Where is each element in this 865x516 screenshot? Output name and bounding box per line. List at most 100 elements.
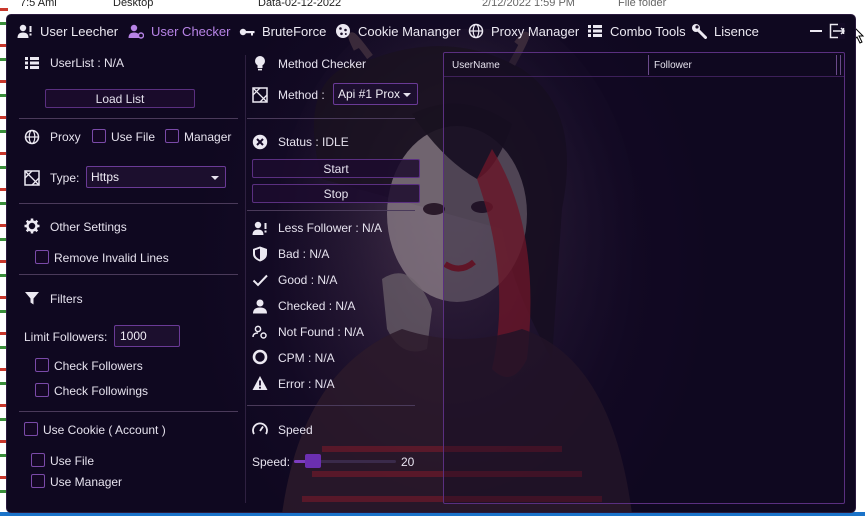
user-icon xyxy=(17,24,32,38)
check-followings-checkbox[interactable] xyxy=(35,383,49,397)
cookie-use-manager-checkbox[interactable] xyxy=(31,474,45,488)
check-followers-checkbox[interactable] xyxy=(35,358,49,372)
menu-license[interactable]: Lisence xyxy=(691,22,759,40)
divider xyxy=(19,274,238,275)
cookie-use-file-label: Use File xyxy=(50,454,95,468)
divider xyxy=(19,203,238,204)
cookie-use-manager-label: Use Manager xyxy=(50,475,123,489)
minimize-icon[interactable] xyxy=(808,23,824,39)
menu-user-leecher[interactable]: User Leecher xyxy=(17,22,118,40)
stop-button[interactable]: Stop xyxy=(252,184,420,203)
divider xyxy=(19,118,238,119)
gear-icon xyxy=(24,218,40,234)
main-menu-bar: User Leecher User Checker BruteForce Coo… xyxy=(7,15,855,47)
speed-slider-handle[interactable] xyxy=(305,454,322,468)
use-cookie-label: Use Cookie ( Account ) xyxy=(43,423,166,437)
proxy-use-file-label: Use File xyxy=(111,130,156,144)
stat-checked: Checked : N/A xyxy=(278,299,356,313)
proxy-use-file-checkbox[interactable] xyxy=(92,129,106,143)
speed-heading: Speed xyxy=(278,423,313,437)
stat-bad: Bad : N/A xyxy=(278,247,330,261)
status-text: Status : IDLE xyxy=(278,135,349,149)
divider xyxy=(247,118,415,119)
grid-header: UserName Follower xyxy=(444,53,844,77)
layers-icon xyxy=(24,170,40,186)
chevron-down-icon xyxy=(211,176,219,180)
proxy-manager-checkbox[interactable] xyxy=(165,129,179,143)
menu-label: Proxy Manager xyxy=(491,23,580,39)
menu-user-checker[interactable]: User Checker xyxy=(128,22,230,40)
menu-label: User Checker xyxy=(151,23,231,39)
menu-bruteforce[interactable]: BruteForce xyxy=(239,22,326,40)
limit-followers-input[interactable]: 1000 xyxy=(114,325,180,347)
divider xyxy=(19,411,238,412)
menu-proxy-manager[interactable]: Proxy Manager xyxy=(468,22,579,40)
speed-value: 20 xyxy=(401,455,415,469)
method-select[interactable]: Api #1 Proxy xyxy=(333,83,418,105)
exit-icon[interactable] xyxy=(829,23,845,39)
column-separator xyxy=(836,55,837,75)
other-settings-heading: Other Settings xyxy=(50,220,127,234)
speed-label: Speed: xyxy=(252,455,291,469)
stat-less-follower: Less Follower : N/A xyxy=(278,221,383,235)
warning-icon xyxy=(252,375,268,391)
column-separator xyxy=(840,55,841,75)
cookie-use-file-checkbox[interactable] xyxy=(31,453,45,467)
wrench-icon xyxy=(692,24,707,39)
menu-cookie-manager[interactable]: Cookie Mananger xyxy=(335,22,461,40)
app-window: User Leecher User Checker BruteForce Coo… xyxy=(6,14,856,513)
chevron-down-icon xyxy=(403,93,411,97)
method-checker-heading: Method Checker xyxy=(278,57,367,71)
method-value: Api #1 Proxy xyxy=(338,87,400,101)
user-search-icon xyxy=(252,324,268,340)
check-followings-label: Check Followings xyxy=(54,384,149,398)
column-separator xyxy=(245,55,246,503)
remove-invalid-lines-checkbox[interactable] xyxy=(35,250,49,264)
use-cookie-checkbox[interactable] xyxy=(24,422,38,436)
proxy-label: Proxy xyxy=(50,130,81,144)
key-icon xyxy=(239,28,255,36)
close-circle-icon xyxy=(252,134,268,150)
background-explorer-row: 7:5 Ami Desktop Data-02-12-2022 2/12/202… xyxy=(0,0,865,14)
globe-icon xyxy=(468,23,484,39)
check-followers-label: Check Followers xyxy=(54,359,143,373)
start-button[interactable]: Start xyxy=(252,159,420,178)
filter-icon xyxy=(24,290,40,306)
globe-icon xyxy=(24,129,40,145)
proxy-type-select[interactable]: Https xyxy=(86,166,226,188)
proxy-manager-label: Manager xyxy=(184,130,232,144)
layers-icon xyxy=(252,87,268,103)
user-check-icon xyxy=(128,24,144,39)
userlist-label: UserList : N/A xyxy=(50,56,125,70)
bg-text-4: 2/12/2022 1:59 PM xyxy=(482,0,575,9)
bg-text-2: Desktop xyxy=(113,0,154,9)
check-icon xyxy=(252,272,268,288)
cookie-icon xyxy=(336,24,350,38)
stat-not-found: Not Found : N/A xyxy=(278,325,365,339)
user-alert-icon xyxy=(252,220,268,236)
menu-label: BruteForce xyxy=(262,23,327,39)
menu-combo-tools[interactable]: Combo Tools xyxy=(587,22,686,40)
filters-heading: Filters xyxy=(50,292,83,306)
type-label: Type: xyxy=(50,171,80,185)
menu-label: Cookie Mananger xyxy=(358,23,461,39)
results-grid[interactable]: UserName Follower xyxy=(443,52,845,504)
list-icon xyxy=(588,25,602,37)
column-header-username[interactable]: UserName xyxy=(444,53,649,77)
remove-invalid-lines-label: Remove Invalid Lines xyxy=(54,251,169,265)
limit-followers-label: Limit Followers: xyxy=(24,330,108,344)
divider xyxy=(247,210,415,211)
menu-label: Lisence xyxy=(714,23,759,39)
menu-label: Combo Tools xyxy=(610,23,686,39)
column-header-follower[interactable]: Follower xyxy=(646,53,836,77)
ring-icon xyxy=(252,349,268,365)
divider xyxy=(247,405,415,406)
user-icon xyxy=(252,298,268,314)
shield-icon xyxy=(252,246,268,262)
load-list-button[interactable]: Load List xyxy=(45,89,195,108)
stat-cpm: CPM : N/A xyxy=(278,351,335,365)
bg-text-5: File folder xyxy=(618,0,667,9)
proxy-type-value: Https xyxy=(91,170,120,184)
stat-error: Error : N/A xyxy=(278,377,335,391)
speedometer-icon xyxy=(252,421,268,437)
